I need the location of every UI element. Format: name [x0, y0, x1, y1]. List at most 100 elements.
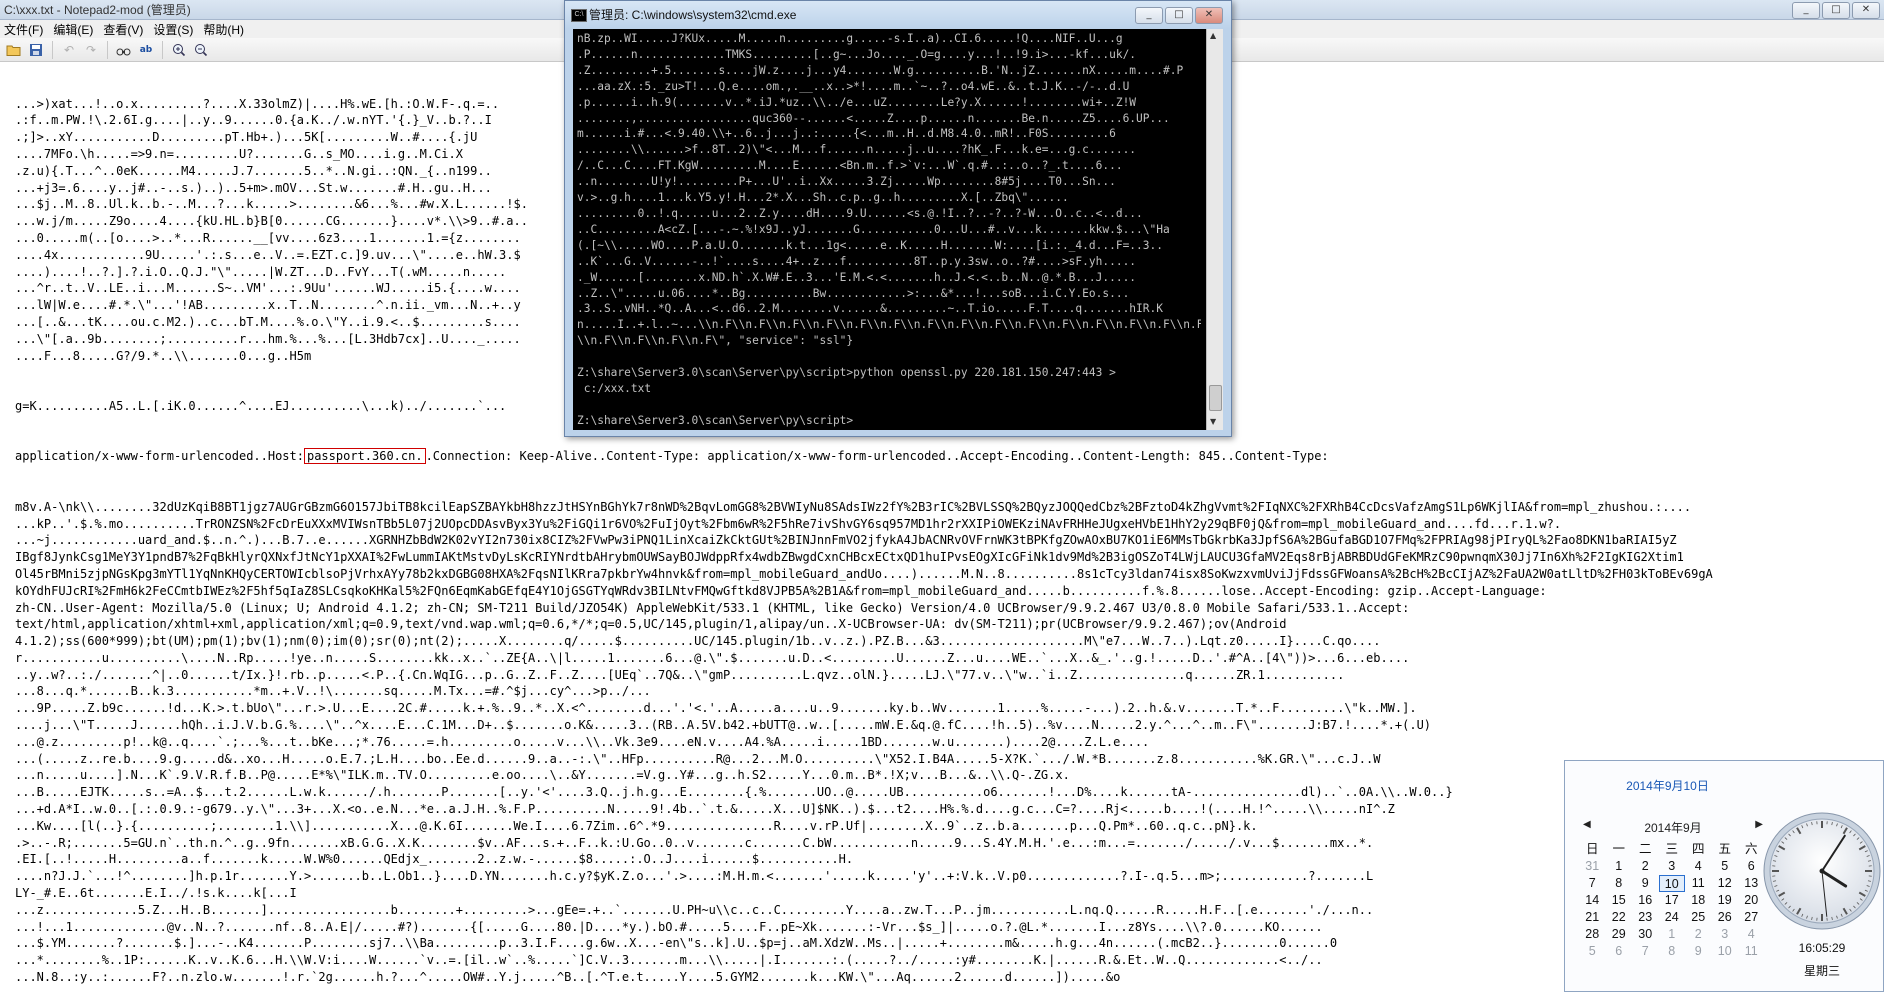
close-button[interactable]: ✕ [1852, 2, 1880, 19]
calendar-week-row: 7 8 9 10 11 12 13 [1579, 875, 1765, 892]
cmd-scrollbar-thumb[interactable] [1209, 385, 1222, 411]
calendar-day[interactable]: 30 [1632, 926, 1659, 943]
cmd-output-line: n.....I..+.l..~...\\n.F\\n.F\\n.F\\n.F\\… [577, 318, 1201, 332]
menu-help[interactable]: 帮助(H) [199, 21, 250, 38]
calendar-month-label[interactable]: 2014年9月 [1583, 819, 1763, 836]
scroll-down-arrow-icon[interactable]: ▼ [1210, 417, 1216, 426]
calendar-weekday: 二 [1638, 842, 1652, 856]
calendar-date-link[interactable]: 2014年9月10日 [1565, 777, 1770, 794]
calendar-day[interactable]: 10 [1658, 875, 1685, 892]
clock-weekday: 星期三 [1803, 964, 1840, 978]
scroll-up-arrow-icon[interactable]: ▲ [1210, 31, 1216, 40]
calendar-day[interactable]: 9 [1685, 943, 1712, 960]
calendar-day[interactable]: 7 [1632, 943, 1659, 960]
calendar-day[interactable]: 4 [1685, 858, 1712, 875]
calendar-day[interactable]: 8 [1606, 875, 1633, 892]
calendar-day[interactable]: 21 [1579, 909, 1606, 926]
calendar-day[interactable]: 24 [1659, 909, 1686, 926]
calendar-day[interactable]: 5 [1712, 858, 1739, 875]
text-line: text/html,application/xhtml+xml,applicat… [15, 617, 1287, 632]
cmd-output-line: ...aa.zX.:5._zu>T!...Q.e....om.,.__..x..… [577, 79, 1130, 93]
menu-file[interactable]: 文件(F) [0, 21, 49, 38]
calendar-day[interactable]: 1 [1606, 858, 1633, 875]
calendar-day[interactable]: 28 [1579, 926, 1606, 943]
analog-clock-icon [1763, 812, 1881, 930]
calendar-day[interactable]: 9 [1632, 875, 1659, 892]
calendar-day[interactable]: 26 [1712, 909, 1739, 926]
calendar-day[interactable]: 31 [1579, 858, 1606, 875]
calendar-day[interactable]: 23 [1632, 909, 1659, 926]
calendar-day[interactable]: 10 [1712, 943, 1739, 960]
text-line: ..y..w?..:./.......^|..0......t/Ix.}!.rb… [15, 667, 1345, 682]
calendar-day[interactable]: 15 [1606, 892, 1633, 909]
console-icon: C:\ [571, 9, 587, 22]
cmd-maximize-button[interactable]: □ [1165, 7, 1193, 24]
save-icon[interactable] [28, 42, 44, 58]
calendar-week-row: 21 22 23 24 25 26 27 [1579, 909, 1765, 926]
calendar-day[interactable]: 3 [1659, 858, 1686, 875]
calendar-weekday: 一 [1612, 842, 1625, 856]
calendar-day[interactable]: 14 [1579, 892, 1606, 909]
text-host-suffix: .Connection: Keep-Alive..Content-Type: a… [425, 449, 1329, 464]
cmd-output-line: m......i.#...<.9.40.\\+..6..j...j..:....… [577, 127, 1116, 141]
calendar-weekday: 四 [1691, 842, 1705, 856]
text-line: Ol45rBMni5zjpNGsKpg3mYTl1YqNnKHQyCERTOWI… [15, 566, 1713, 581]
calendar-day[interactable]: 17 [1659, 892, 1686, 909]
cmd-titlebar[interactable]: C:\ 管理员: C:\windows\system32\cmd.exe _ □… [565, 1, 1231, 29]
calendar-day[interactable]: 5 [1579, 943, 1606, 960]
maximize-button[interactable]: □ [1822, 2, 1850, 19]
calendar-day[interactable]: 16 [1632, 892, 1659, 909]
cmd-window-controls: _ □ ✕ [1135, 7, 1223, 24]
calendar-day[interactable]: 11 [1685, 875, 1712, 892]
calendar-day[interactable]: 25 [1685, 909, 1712, 926]
minimize-button[interactable]: _ [1792, 2, 1820, 19]
cmd-output-line: ..n........U!y!.........P+...U'..i..Xx..… [577, 175, 1116, 189]
cmd-output-line: ........\\......>f..8T..2)\"<...M...f...… [577, 143, 1137, 157]
cmd-minimize-button[interactable]: _ [1135, 7, 1163, 24]
calendar-week-row: 5 6 7 8 9 10 11 [1579, 943, 1765, 960]
find-icon[interactable] [116, 42, 132, 58]
toolbar-separator [52, 40, 53, 59]
calendar-day[interactable]: 2 [1685, 926, 1712, 943]
calendar-day[interactable]: 29 [1606, 926, 1633, 943]
calendar-day[interactable]: 1 [1659, 926, 1686, 943]
clock-time: 16:05:29 [1798, 941, 1846, 955]
undo-icon[interactable]: ↶ [61, 42, 77, 58]
calendar-day[interactable]: 6 [1606, 943, 1633, 960]
cmd-output-line: nB.zp..WI.....J?KUx.....M.....n.........… [577, 32, 1123, 45]
calendar-day[interactable]: 7 [1579, 875, 1606, 892]
cmd-output-line: .p......i..h.9(.......v..*.iJ.*uz..\\../… [577, 95, 1137, 109]
cmd-output-line [577, 349, 1201, 365]
calendar-month-nav: ◀ 2014年9月 ▶ [1583, 819, 1763, 835]
notepad-window-title: C:\xxx.txt - Notepad2-mod (管理员) [4, 3, 191, 17]
cmd-output-line: Z:\share\Server3.0\scan\Server\py\script… [577, 413, 854, 427]
cmd-console[interactable]: nB.zp..WI.....J?KUx.....M.....n.........… [573, 29, 1223, 430]
calendar-day[interactable]: 3 [1712, 926, 1739, 943]
highlighted-host: passport.360.cn. [303, 448, 426, 465]
zoom-out-icon[interactable] [193, 42, 209, 58]
zoom-in-icon[interactable] [171, 42, 187, 58]
menu-view[interactable]: 查看(V) [99, 21, 149, 38]
calendar-day[interactable]: 19 [1712, 892, 1739, 909]
calendar-day[interactable]: 18 [1685, 892, 1712, 909]
menu-settings[interactable]: 设置(S) [149, 21, 199, 38]
calendar-day[interactable]: 12 [1712, 875, 1739, 892]
cmd-output-line: .3..S..vNH..*Q..A...<..d6..2.M........v.… [577, 302, 1163, 316]
cmd-window[interactable]: C:\ 管理员: C:\windows\system32\cmd.exe _ □… [564, 0, 1232, 437]
calendar-grid: 日一二三四五六 31 1 2 3 4 5 6 7 8 9 10 11 12 13 14 15 16 17 18 19 20… [1579, 841, 1765, 960]
cmd-output-line: ..K`...G..V......-..!`....s....4+..z...f… [577, 254, 1137, 268]
text-line: m8v.A-\nk\\........32dUzKqiB8BT1jgz7AUGr… [15, 499, 1692, 514]
replace-icon[interactable]: ab [138, 42, 154, 58]
redo-icon[interactable]: ↷ [83, 42, 99, 58]
calendar-day[interactable]: 22 [1606, 909, 1633, 926]
cmd-close-button[interactable]: ✕ [1195, 7, 1223, 24]
cmd-scrollbar[interactable]: ▲ ▼ [1206, 29, 1223, 430]
cmd-output-line: /..C...C....FT.KgW.........M....E......<… [577, 159, 1123, 173]
open-folder-icon[interactable] [6, 42, 22, 58]
calendar-day[interactable]: 8 [1659, 943, 1686, 960]
menu-edit[interactable]: 编辑(E) [49, 21, 99, 38]
cmd-output-line: ........,.................quc360--......… [577, 111, 1170, 125]
calendar-day[interactable]: 2 [1632, 858, 1659, 875]
calendar-weekday-header: 日一二三四五六 [1579, 841, 1765, 858]
text-line: kOYdhFUJcRI%2FmH6k2FeCCmtbIWEz%2F5hf5qIa… [15, 583, 1547, 598]
